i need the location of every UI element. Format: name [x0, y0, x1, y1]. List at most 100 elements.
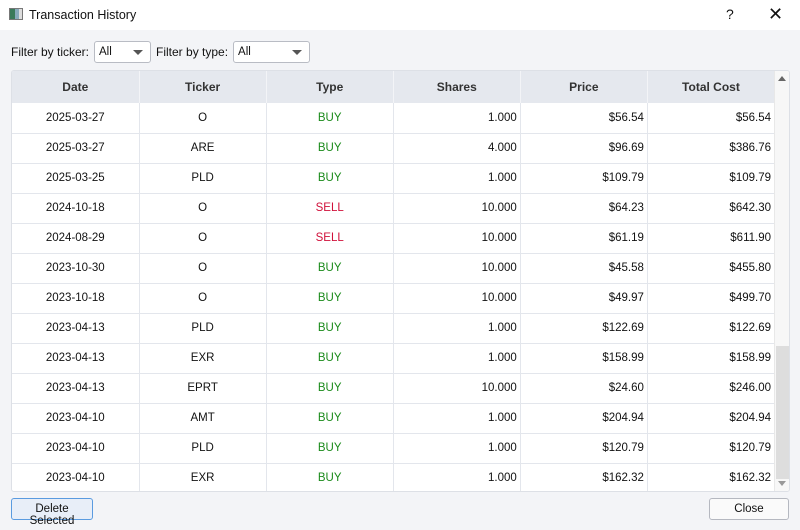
- scrollbar-thumb[interactable]: [776, 346, 789, 479]
- cell-type: BUY: [266, 313, 394, 344]
- table-row[interactable]: 2023-04-13 EXR BUY 1.000 $158.99 $158.99: [12, 343, 776, 374]
- cell-price: $162.32: [520, 463, 648, 491]
- table-row[interactable]: 2023-04-13 PLD BUY 1.000 $122.69 $122.69: [12, 313, 776, 344]
- chevron-down-icon: [133, 50, 144, 55]
- close-button[interactable]: Close: [709, 498, 789, 520]
- scroll-up-icon[interactable]: [778, 76, 786, 81]
- cell-shares: 10.000: [393, 283, 521, 314]
- close-window-button[interactable]: ✕: [768, 4, 783, 25]
- cell-type: BUY: [266, 373, 394, 404]
- cell-date: 2023-10-18: [12, 283, 140, 314]
- cell-price: $64.23: [520, 193, 648, 224]
- cell-shares: 10.000: [393, 253, 521, 284]
- cell-price: $49.97: [520, 283, 648, 314]
- help-button[interactable]: ?: [726, 6, 734, 22]
- column-header-date[interactable]: Date: [12, 71, 140, 103]
- scroll-down-icon[interactable]: [778, 481, 786, 486]
- cell-total-cost: $499.70: [647, 283, 776, 314]
- table-row[interactable]: 2023-10-18 O BUY 10.000 $49.97 $499.70: [12, 283, 776, 314]
- vertical-scrollbar[interactable]: [774, 71, 789, 491]
- cell-total-cost: $455.80: [647, 253, 776, 284]
- cell-type: BUY: [266, 163, 394, 194]
- transactions-table: Date Ticker Type Shares Price Total Cost 2025…: [11, 70, 790, 492]
- cell-price: $204.94: [520, 403, 648, 434]
- cell-date: 2024-08-29: [12, 223, 140, 254]
- cell-shares: 10.000: [393, 223, 521, 254]
- cell-type: BUY: [266, 103, 394, 134]
- column-header-total-cost[interactable]: Total Cost: [647, 71, 776, 103]
- cell-price: $56.54: [520, 103, 648, 134]
- table-row[interactable]: 2024-10-18 O SELL 10.000 $64.23 $642.30: [12, 193, 776, 224]
- filter-bar: Filter by ticker: All Filter by type: Al…: [11, 41, 311, 63]
- cell-shares: 1.000: [393, 463, 521, 491]
- cell-date: 2025-03-27: [12, 133, 140, 164]
- cell-price: $120.79: [520, 433, 648, 464]
- cell-price: $24.60: [520, 373, 648, 404]
- cell-price: $122.69: [520, 313, 648, 344]
- cell-date: 2025-03-27: [12, 103, 140, 134]
- table-row[interactable]: 2023-04-10 PLD BUY 1.000 $120.79 $120.79: [12, 433, 776, 464]
- type-filter-select[interactable]: All: [233, 41, 311, 63]
- column-header-type[interactable]: Type: [266, 71, 394, 103]
- cell-ticker: EXR: [139, 343, 267, 374]
- cell-shares: 1.000: [393, 103, 521, 134]
- cell-total-cost: $642.30: [647, 193, 776, 224]
- cell-total-cost: $246.00: [647, 373, 776, 404]
- cell-type: BUY: [266, 283, 394, 314]
- cell-ticker: AMT: [139, 403, 267, 434]
- cell-type: BUY: [266, 463, 394, 491]
- cell-shares: 1.000: [393, 403, 521, 434]
- cell-shares: 10.000: [393, 193, 521, 224]
- cell-type: BUY: [266, 403, 394, 434]
- cell-price: $61.19: [520, 223, 648, 254]
- cell-ticker: ARE: [139, 133, 267, 164]
- cell-date: 2024-10-18: [12, 193, 140, 224]
- cell-ticker: O: [139, 193, 267, 224]
- cell-ticker: O: [139, 283, 267, 314]
- cell-date: 2023-04-10: [12, 403, 140, 434]
- cell-type: SELL: [266, 193, 394, 224]
- cell-type: SELL: [266, 223, 394, 254]
- table-row[interactable]: 2023-04-10 EXR BUY 1.000 $162.32 $162.32: [12, 463, 776, 491]
- ticker-filter-value: All: [99, 46, 112, 58]
- cell-shares: 1.000: [393, 343, 521, 374]
- window-title: Transaction History: [29, 8, 137, 22]
- chevron-down-icon: [292, 50, 303, 55]
- cell-ticker: EXR: [139, 463, 267, 491]
- table-row[interactable]: 2023-10-30 O BUY 10.000 $45.58 $455.80: [12, 253, 776, 284]
- table-row[interactable]: 2023-04-13 EPRT BUY 10.000 $24.60 $246.00: [12, 373, 776, 404]
- table-row[interactable]: 2023-04-10 AMT BUY 1.000 $204.94 $204.94: [12, 403, 776, 434]
- ticker-filter-select[interactable]: All: [94, 41, 152, 63]
- cell-date: 2023-04-13: [12, 373, 140, 404]
- cell-price: $109.79: [520, 163, 648, 194]
- table-row[interactable]: 2025-03-25 PLD BUY 1.000 $109.79 $109.79: [12, 163, 776, 194]
- title-bar: Transaction History ? ✕: [0, 0, 800, 30]
- cell-shares: 1.000: [393, 313, 521, 344]
- cell-ticker: EPRT: [139, 373, 267, 404]
- cell-price: $96.69: [520, 133, 648, 164]
- cell-shares: 1.000: [393, 163, 521, 194]
- cell-type: BUY: [266, 433, 394, 464]
- cell-type: BUY: [266, 343, 394, 374]
- table-row[interactable]: 2025-03-27 O BUY 1.000 $56.54 $56.54: [12, 103, 776, 134]
- app-icon: [9, 8, 23, 20]
- column-header-ticker[interactable]: Ticker: [139, 71, 267, 103]
- type-filter-label: Filter by type:: [156, 45, 229, 59]
- cell-type: BUY: [266, 253, 394, 284]
- table-row[interactable]: 2025-03-27 ARE BUY 4.000 $96.69 $386.76: [12, 133, 776, 164]
- table-row[interactable]: 2024-08-29 O SELL 10.000 $61.19 $611.90: [12, 223, 776, 254]
- cell-date: 2023-04-13: [12, 313, 140, 344]
- cell-total-cost: $158.99: [647, 343, 776, 374]
- cell-date: 2023-10-30: [12, 253, 140, 284]
- cell-total-cost: $56.54: [647, 103, 776, 134]
- ticker-filter-label: Filter by ticker:: [11, 45, 90, 59]
- cell-ticker: PLD: [139, 163, 267, 194]
- cell-shares: 4.000: [393, 133, 521, 164]
- cell-date: 2025-03-25: [12, 163, 140, 194]
- cell-total-cost: $122.69: [647, 313, 776, 344]
- cell-ticker: O: [139, 103, 267, 134]
- cell-date: 2023-04-10: [12, 463, 140, 491]
- delete-selected-button[interactable]: Delete Selected: [11, 498, 93, 527]
- column-header-shares[interactable]: Shares: [393, 71, 521, 103]
- column-header-price[interactable]: Price: [520, 71, 648, 103]
